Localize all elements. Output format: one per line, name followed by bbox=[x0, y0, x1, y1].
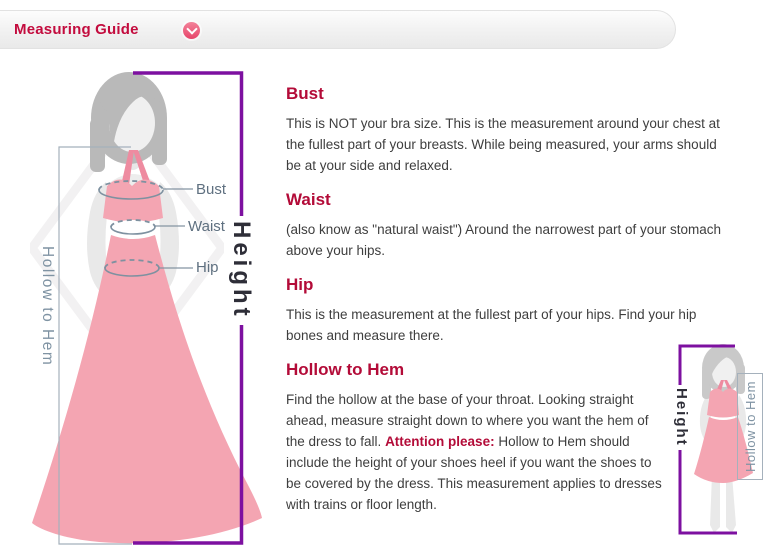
bust-description: This is NOT your bra size. This is the m… bbox=[286, 113, 723, 176]
small-dress-bodice bbox=[707, 389, 739, 418]
hollow-to-hem-measure-label: Hollow to Hem bbox=[36, 246, 58, 366]
large-dress-diagram: Height Hollow to Hem Bust Waist Hip bbox=[30, 60, 280, 553]
small-right-leg bbox=[726, 475, 736, 533]
small-height-measure-label: Height bbox=[671, 385, 691, 450]
dress-bodice bbox=[103, 180, 163, 223]
measuring-guide-header[interactable]: Measuring Guide bbox=[0, 10, 676, 49]
attention-note: Attention please: bbox=[385, 434, 495, 449]
hip-pointer-label: Hip bbox=[196, 259, 219, 276]
hollow-to-hem-heading: Hollow to Hem bbox=[286, 360, 723, 380]
hip-heading: Hip bbox=[286, 275, 723, 295]
small-hollow-to-hem-label: Hollow to Hem bbox=[743, 381, 758, 472]
hair-left-strand bbox=[90, 118, 105, 172]
section-hollow-to-hem: Hollow to Hem Find the hollow at the bas… bbox=[286, 360, 723, 515]
waist-description: (also know as "natural waist") Around th… bbox=[286, 219, 723, 261]
chevron-down-icon[interactable] bbox=[183, 22, 200, 39]
measuring-instructions: Bust This is NOT your bra size. This is … bbox=[286, 84, 723, 515]
bust-pointer-label: Bust bbox=[196, 181, 226, 198]
section-hip: Hip This is the measurement at the fulle… bbox=[286, 275, 723, 346]
header-title: Measuring Guide bbox=[14, 21, 139, 38]
measuring-guide-page: Measuring Guide bbox=[0, 0, 778, 553]
small-dress-diagram: Height Hollow to Hem bbox=[660, 335, 778, 553]
small-hollow-to-hem-box: Hollow to Hem bbox=[737, 373, 763, 480]
hollow-to-hem-description: Find the hollow at the base of your thro… bbox=[286, 389, 667, 515]
chevron-glyph bbox=[186, 23, 197, 34]
hip-description: This is the measurement at the fullest p… bbox=[286, 304, 723, 346]
waist-heading: Waist bbox=[286, 190, 723, 210]
bust-heading: Bust bbox=[286, 84, 723, 104]
section-waist: Waist (also know as "natural waist") Aro… bbox=[286, 190, 723, 261]
waist-pointer-label: Waist bbox=[188, 218, 225, 235]
small-left-leg bbox=[710, 475, 720, 533]
height-measure-label: Height bbox=[224, 216, 258, 325]
section-bust: Bust This is NOT your bra size. This is … bbox=[286, 84, 723, 176]
